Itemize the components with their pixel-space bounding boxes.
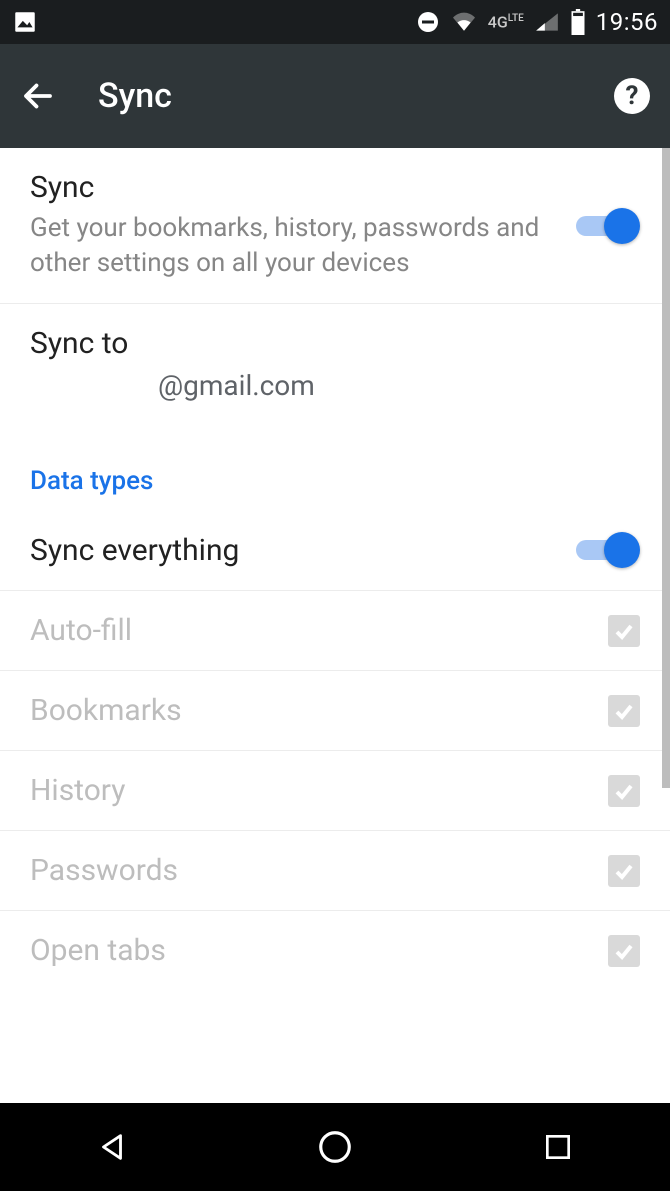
checkbox-passwords bbox=[608, 855, 640, 887]
sync-to-email: @gmail.com bbox=[30, 369, 640, 402]
wifi-icon bbox=[450, 11, 478, 33]
section-header-data-types: Data types bbox=[0, 436, 670, 510]
content-area: Sync Get your bookmarks, history, passwo… bbox=[0, 148, 670, 1103]
sync-everything-label: Sync everything bbox=[30, 533, 556, 568]
sync-toggle[interactable] bbox=[576, 208, 640, 244]
sync-everything-row[interactable]: Sync everything bbox=[0, 510, 670, 591]
sync-to-label: Sync to bbox=[30, 326, 640, 361]
navigation-bar bbox=[0, 1103, 670, 1191]
nav-recent-icon[interactable] bbox=[537, 1126, 579, 1168]
checkbox-history bbox=[608, 775, 640, 807]
help-icon[interactable]: ? bbox=[614, 78, 650, 114]
sync-subtitle: Get your bookmarks, history, passwords a… bbox=[30, 211, 556, 281]
page-title: Sync bbox=[98, 76, 572, 116]
item-bookmarks-row: Bookmarks bbox=[0, 671, 670, 751]
item-passwords-row: Passwords bbox=[0, 831, 670, 911]
app-bar: Sync ? bbox=[0, 44, 670, 148]
sync-master-row[interactable]: Sync Get your bookmarks, history, passwo… bbox=[0, 148, 670, 304]
item-label: History bbox=[30, 773, 588, 808]
status-bar: 4GLTE 19:56 bbox=[0, 0, 670, 44]
nav-back-icon[interactable] bbox=[91, 1126, 133, 1168]
checkbox-opentabs bbox=[608, 935, 640, 967]
item-label: Auto-fill bbox=[30, 613, 588, 648]
checkbox-bookmarks bbox=[608, 695, 640, 727]
status-clock: 19:56 bbox=[596, 8, 658, 36]
battery-icon bbox=[570, 9, 586, 35]
item-history-row: History bbox=[0, 751, 670, 831]
sync-to-row[interactable]: Sync to @gmail.com bbox=[0, 304, 670, 436]
sync-everything-toggle[interactable] bbox=[576, 532, 640, 568]
sync-title: Sync bbox=[30, 170, 556, 205]
network-label: 4GLTE bbox=[488, 14, 524, 30]
nav-home-icon[interactable] bbox=[314, 1126, 356, 1168]
picture-icon bbox=[12, 9, 38, 35]
item-label: Passwords bbox=[30, 853, 588, 888]
item-autofill-row: Auto-fill bbox=[0, 591, 670, 671]
back-icon[interactable] bbox=[20, 78, 56, 114]
scrollbar[interactable] bbox=[662, 148, 670, 788]
cellular-signal-icon bbox=[534, 11, 560, 33]
item-label: Bookmarks bbox=[30, 693, 588, 728]
do-not-disturb-icon bbox=[416, 10, 440, 34]
item-label: Open tabs bbox=[30, 933, 588, 968]
checkbox-autofill bbox=[608, 615, 640, 647]
item-opentabs-row: Open tabs bbox=[0, 911, 670, 990]
